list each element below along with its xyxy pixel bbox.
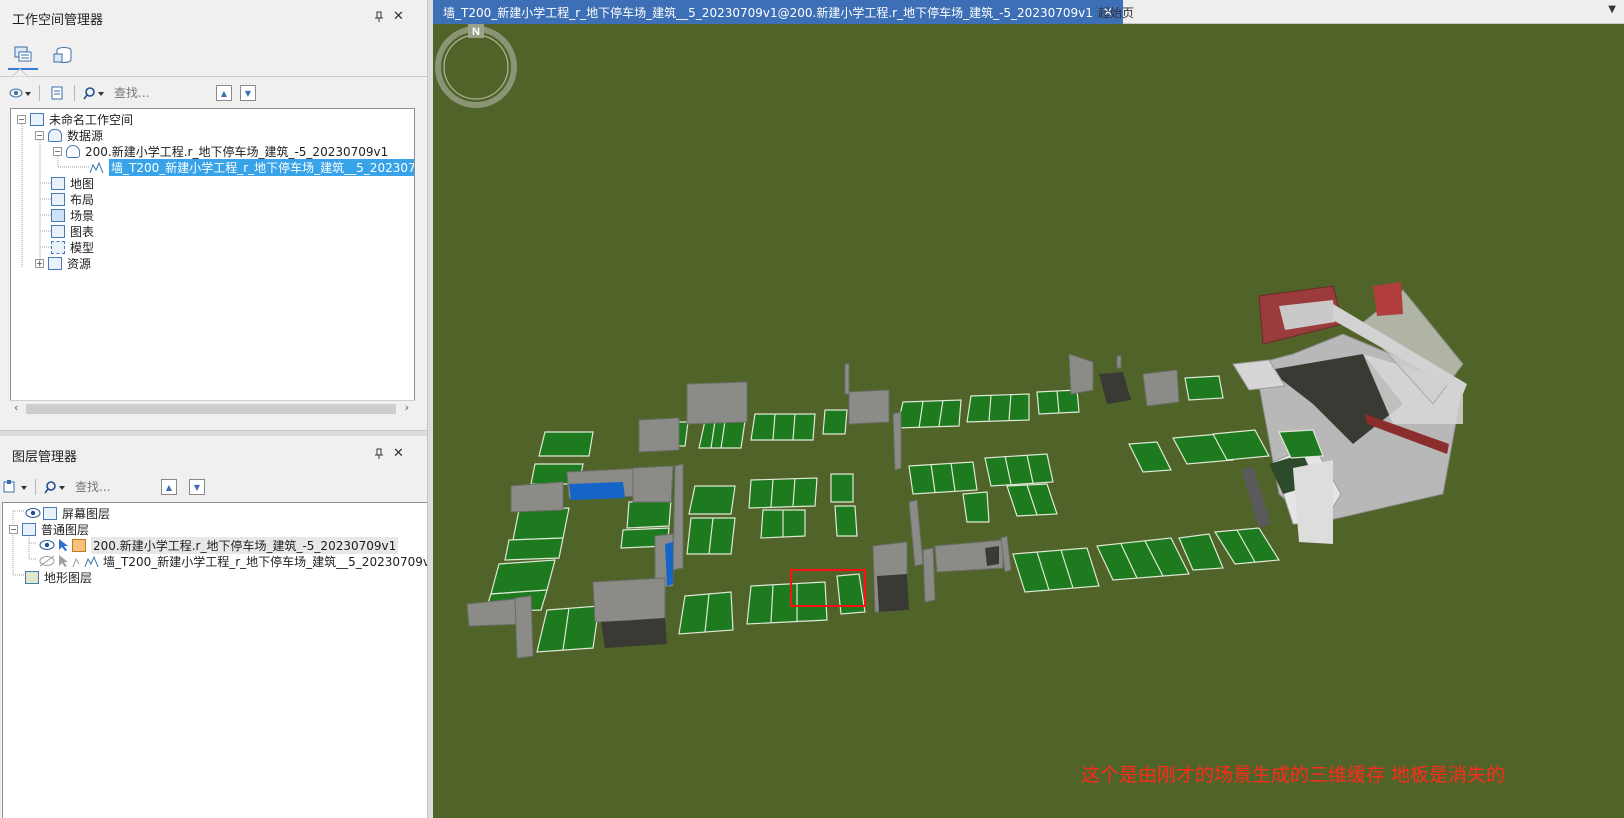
layer-panel-title: 图层管理器 — [12, 449, 78, 465]
layer-node-model-cache[interactable]: 200.新建小学工程.r_地下停车场_建筑_-5_20230709v1 — [39, 536, 399, 554]
layer-search-options-button[interactable] — [43, 477, 67, 497]
eye-hidden-icon[interactable] — [39, 555, 55, 567]
compass-north-label: N — [472, 26, 480, 38]
scroll-thumb[interactable] — [26, 404, 396, 414]
search-previous-button[interactable]: ▲ — [216, 85, 232, 101]
compass-icon[interactable]: N — [433, 24, 519, 110]
layer-style-dropdown-button[interactable] — [8, 83, 32, 103]
active-indicator-icon — [12, 68, 28, 77]
tab-list-dropdown-icon[interactable]: ▼ — [1608, 4, 1616, 15]
close-icon[interactable]: ✕ — [393, 9, 404, 24]
layer-node-wall-dataset[interactable]: 墙_T200_新建小学工程_r_地下停车场_建筑__5_20230709v1@ — [39, 553, 427, 569]
layer-node-terrain[interactable]: 地形图层 — [25, 569, 92, 585]
layer-style-icon — [3, 480, 27, 493]
selectable-cursor-icon[interactable] — [57, 554, 69, 568]
scene-3d-render — [466, 282, 1467, 659]
left-dock: 工作空间管理器 ✕ ▲ ▼ − 未命名工 — [0, 0, 427, 818]
search-options-button[interactable] — [82, 83, 106, 103]
highlight-box — [790, 569, 866, 607]
workspace-tree-icon — [14, 46, 32, 62]
workspace-panel-header: 工作空间管理器 ✕ — [0, 0, 427, 36]
model-dataset-icon — [72, 555, 99, 567]
document-tabbar: 墙_T200_新建小学工程_r_地下停车场_建筑__5_20230709v1@2… — [433, 0, 1624, 24]
scene-viewport[interactable]: N 这个是由刚才的场景生成的三维缓存 地板是消失的 — [433, 24, 1624, 818]
eye-icon[interactable] — [25, 507, 41, 519]
tree-connector-lines — [21, 124, 89, 267]
selectable-cursor-icon[interactable] — [57, 538, 69, 552]
layer-panel-header: 图层管理器 ✕ — [0, 437, 427, 473]
search-icon — [83, 87, 104, 100]
close-icon[interactable]: ✕ — [393, 446, 404, 461]
workspace-search-input[interactable] — [110, 83, 206, 103]
pin-icon[interactable] — [374, 11, 384, 26]
panel-splitter[interactable] — [0, 430, 427, 436]
separator — [0, 76, 427, 77]
layer-toolbar: ▲ ▼ — [2, 476, 205, 498]
terrain-layer-icon — [25, 570, 39, 584]
search-icon — [44, 481, 65, 494]
tree-node-dataset[interactable]: 墙_T200_新建小学工程_r_地下停车场_建筑__5_20230709v — [89, 158, 414, 176]
scroll-left-icon[interactable]: ‹ — [14, 401, 18, 414]
datasource-view-button[interactable] — [48, 40, 78, 70]
workspace-panel-title: 工作空间管理器 — [12, 12, 104, 28]
workspace-tree: − 未命名工作空间 − 数据源 − 200.新建小学工程.r_地下停车场_建筑_… — [10, 108, 415, 416]
search-next-button[interactable]: ▼ — [189, 479, 205, 495]
annotation-text: 这个是由刚才的场景生成的三维缓存 地板是消失的 — [1081, 764, 1506, 786]
eye-icon[interactable] — [39, 539, 55, 551]
workspace-tree-view-button[interactable] — [8, 40, 38, 70]
cache-layer-icon — [72, 538, 86, 552]
collapse-icon[interactable]: − — [9, 524, 18, 534]
tab-scene[interactable]: 墙_T200_新建小学工程_r_地下停车场_建筑__5_20230709v1@2… — [433, 0, 1123, 24]
workspace-toolbar: ▲ ▼ — [8, 82, 256, 104]
layer-options-dropdown-button[interactable] — [2, 477, 28, 497]
layer-tree: 屏幕图层 − 普通图层 200.新建小学工程.r_地下停车场_建筑_-5_202… — [2, 502, 427, 818]
open-document-button[interactable] — [47, 83, 67, 103]
search-next-button[interactable]: ▼ — [240, 85, 256, 101]
screen-layer-icon — [43, 506, 57, 520]
workspace-tree-hscrollbar[interactable]: ‹ › — [10, 400, 415, 416]
database-icon — [53, 47, 72, 63]
pin-icon[interactable] — [374, 448, 384, 463]
layer-node-normal[interactable]: − 普通图层 — [9, 521, 89, 537]
search-previous-button[interactable]: ▲ — [161, 479, 177, 495]
layer-search-input[interactable] — [71, 477, 151, 497]
eye-settings-icon — [9, 88, 31, 98]
normal-layer-group-icon — [22, 522, 36, 536]
scroll-right-icon[interactable]: › — [405, 401, 409, 414]
tab-start-page[interactable]: 起始页 — [1088, 0, 1144, 24]
document-icon — [51, 86, 63, 100]
layer-node-screen[interactable]: 屏幕图层 — [25, 505, 110, 521]
